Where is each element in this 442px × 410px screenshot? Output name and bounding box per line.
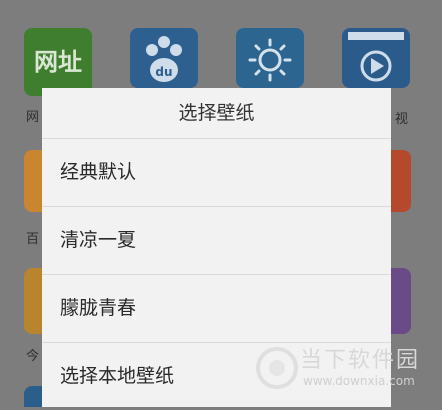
dialog-title: 选择壁纸 (42, 88, 391, 139)
app-tile-red[interactable] (391, 150, 411, 212)
watermark: 当下软件园 www.downxia.com (255, 340, 440, 404)
paw-icon: du (146, 36, 182, 82)
app-tile-notes[interactable] (24, 150, 42, 212)
app-tile-video[interactable] (342, 28, 410, 88)
watermark-url: www.downxia.com (303, 374, 415, 388)
tile-caption-today: 今 (26, 349, 40, 364)
sun-icon (248, 38, 292, 82)
watermark-title: 当下软件园 (300, 348, 421, 373)
watermark-logo-icon (256, 347, 298, 389)
option-classic-default[interactable]: 经典默认 (42, 139, 391, 207)
app-tile-blue[interactable] (24, 386, 42, 407)
app-tile-baidu[interactable]: du (130, 28, 198, 88)
option-cool-summer[interactable]: 清凉一夏 (42, 207, 391, 275)
svg-text:du: du (155, 65, 172, 79)
tile-caption-video: 视 (395, 112, 409, 127)
app-tile-web-address[interactable]: 网址 (24, 28, 92, 96)
play-icon (348, 32, 404, 82)
option-hazy-youth[interactable]: 朦胧青春 (42, 275, 391, 343)
tile-caption-web: 网 (26, 110, 40, 125)
tile-caption-baidu-2: 百 (26, 232, 40, 247)
app-tile-today[interactable] (24, 268, 42, 334)
app-tile-brightness[interactable] (236, 28, 304, 88)
app-tile-purple[interactable] (391, 268, 411, 334)
web-address-label: 网址 (34, 48, 82, 76)
